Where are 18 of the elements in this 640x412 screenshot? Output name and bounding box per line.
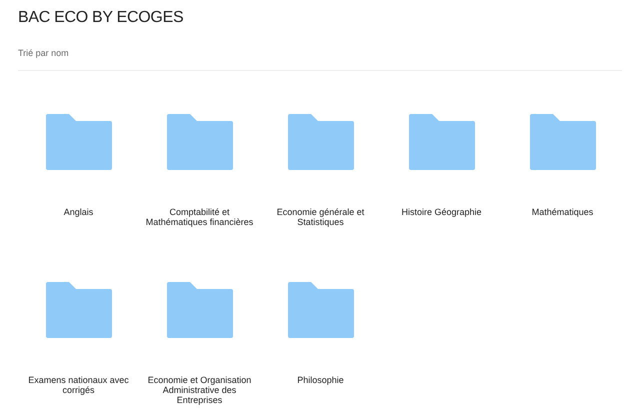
folder-name[interactable]: Economie et Organisation Administrative des Entreprises (144, 375, 256, 405)
folder-name[interactable]: Examens nationaux avec corrigés (22, 375, 134, 395)
folder-icon[interactable] (288, 114, 354, 170)
folder-icon[interactable] (166, 282, 232, 338)
folder-name[interactable]: Economie générale et Statistiques (264, 207, 376, 227)
folder-icon[interactable] (46, 282, 112, 338)
folder-icon[interactable] (46, 114, 112, 170)
folder-icon[interactable] (408, 114, 474, 170)
folder-icon[interactable] (530, 114, 596, 170)
folder-icon[interactable] (166, 114, 232, 170)
folder-name[interactable]: Comptabilité et Mathématiques financières (144, 207, 256, 227)
folder-name[interactable]: Anglais (22, 207, 134, 217)
folder-name[interactable]: Mathématiques (506, 207, 618, 217)
sort-label[interactable]: Trié par nom (18, 48, 69, 58)
folder-name[interactable]: Philosophie (264, 375, 376, 385)
folder-name[interactable]: Histoire Géographie (386, 207, 498, 217)
page-title: BAC ECO BY ECOGES (18, 8, 184, 28)
folder-icon[interactable] (288, 282, 354, 338)
